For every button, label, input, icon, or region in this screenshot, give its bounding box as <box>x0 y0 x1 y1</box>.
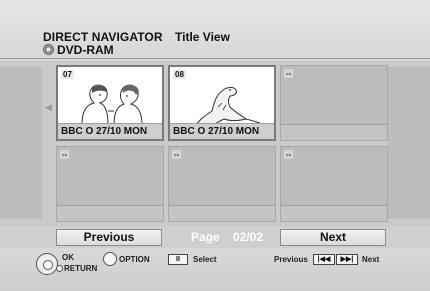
title-thumbnail-selected[interactable]: 08 BBC O 27/10 MON <box>168 65 276 141</box>
control-hints: OK RETURN OPTION II Select Previous |◀◀ … <box>0 248 430 291</box>
title-number: 07 <box>61 70 74 79</box>
title-number: -- <box>284 69 294 78</box>
empty-thumbnail-slot[interactable]: -- <box>56 146 164 222</box>
joystick-icon <box>36 253 58 275</box>
empty-thumbnail-slot[interactable]: -- <box>168 146 276 222</box>
empty-thumbnail-slot[interactable]: -- <box>280 146 388 222</box>
left-scroll-panel[interactable]: ◀ <box>0 67 52 219</box>
option-button-icon <box>103 252 117 266</box>
title-number: 08 <box>173 70 186 79</box>
return-label: RETURN <box>64 264 98 273</box>
right-scroll-panel[interactable]: ▶ <box>380 67 430 219</box>
option-label: OPTION <box>119 255 150 264</box>
next-page-button[interactable]: Next <box>280 229 386 246</box>
pause-key-icon: II <box>168 254 188 265</box>
return-button-icon <box>56 265 63 272</box>
cartoon-couple-image <box>81 84 143 125</box>
title-caption <box>281 205 387 221</box>
scroll-left-icon: ◀ <box>45 102 52 112</box>
thumbnail-grid: ◀ ▶ 07 BBC O 27/10 MON 08 <box>0 61 430 227</box>
screen-title: DIRECT NAVIGATOR <box>43 30 163 44</box>
next-hint-label: Next <box>362 255 380 264</box>
title-number: -- <box>172 150 182 159</box>
title-thumbnail[interactable]: 07 BBC O 27/10 MON <box>56 65 164 141</box>
title-caption: BBC O 27/10 MON <box>58 123 162 139</box>
title-caption <box>169 205 275 221</box>
pagination-bar: Previous Page 02/02 Next <box>0 228 430 248</box>
disc-icon <box>43 44 54 55</box>
skip-forward-icon: ▶▶| <box>336 254 358 265</box>
page-label: Page <box>191 230 220 244</box>
header: DIRECT NAVIGATOR Title View DVD-RAM <box>0 0 430 59</box>
title-caption <box>57 205 163 221</box>
title-caption <box>281 124 387 140</box>
title-number: -- <box>284 150 294 159</box>
previous-hint-label: Previous <box>274 255 308 264</box>
direct-navigator-screen: DIRECT NAVIGATOR Title View DVD-RAM ◀ ▶ … <box>0 0 430 291</box>
page-number: 02/02 <box>233 230 264 244</box>
skip-back-icon: |◀◀ <box>313 254 335 265</box>
empty-thumbnail-slot[interactable]: -- <box>280 65 388 141</box>
title-number: -- <box>60 150 70 159</box>
title-caption: BBC O 27/10 MON <box>170 123 274 139</box>
view-mode-label: Title View <box>175 30 230 44</box>
ok-label: OK <box>62 253 74 262</box>
cartoon-dinosaur-image <box>195 87 265 125</box>
select-label: Select <box>193 255 217 264</box>
previous-page-button[interactable]: Previous <box>56 229 162 246</box>
disc-type-label: DVD-RAM <box>57 43 114 57</box>
